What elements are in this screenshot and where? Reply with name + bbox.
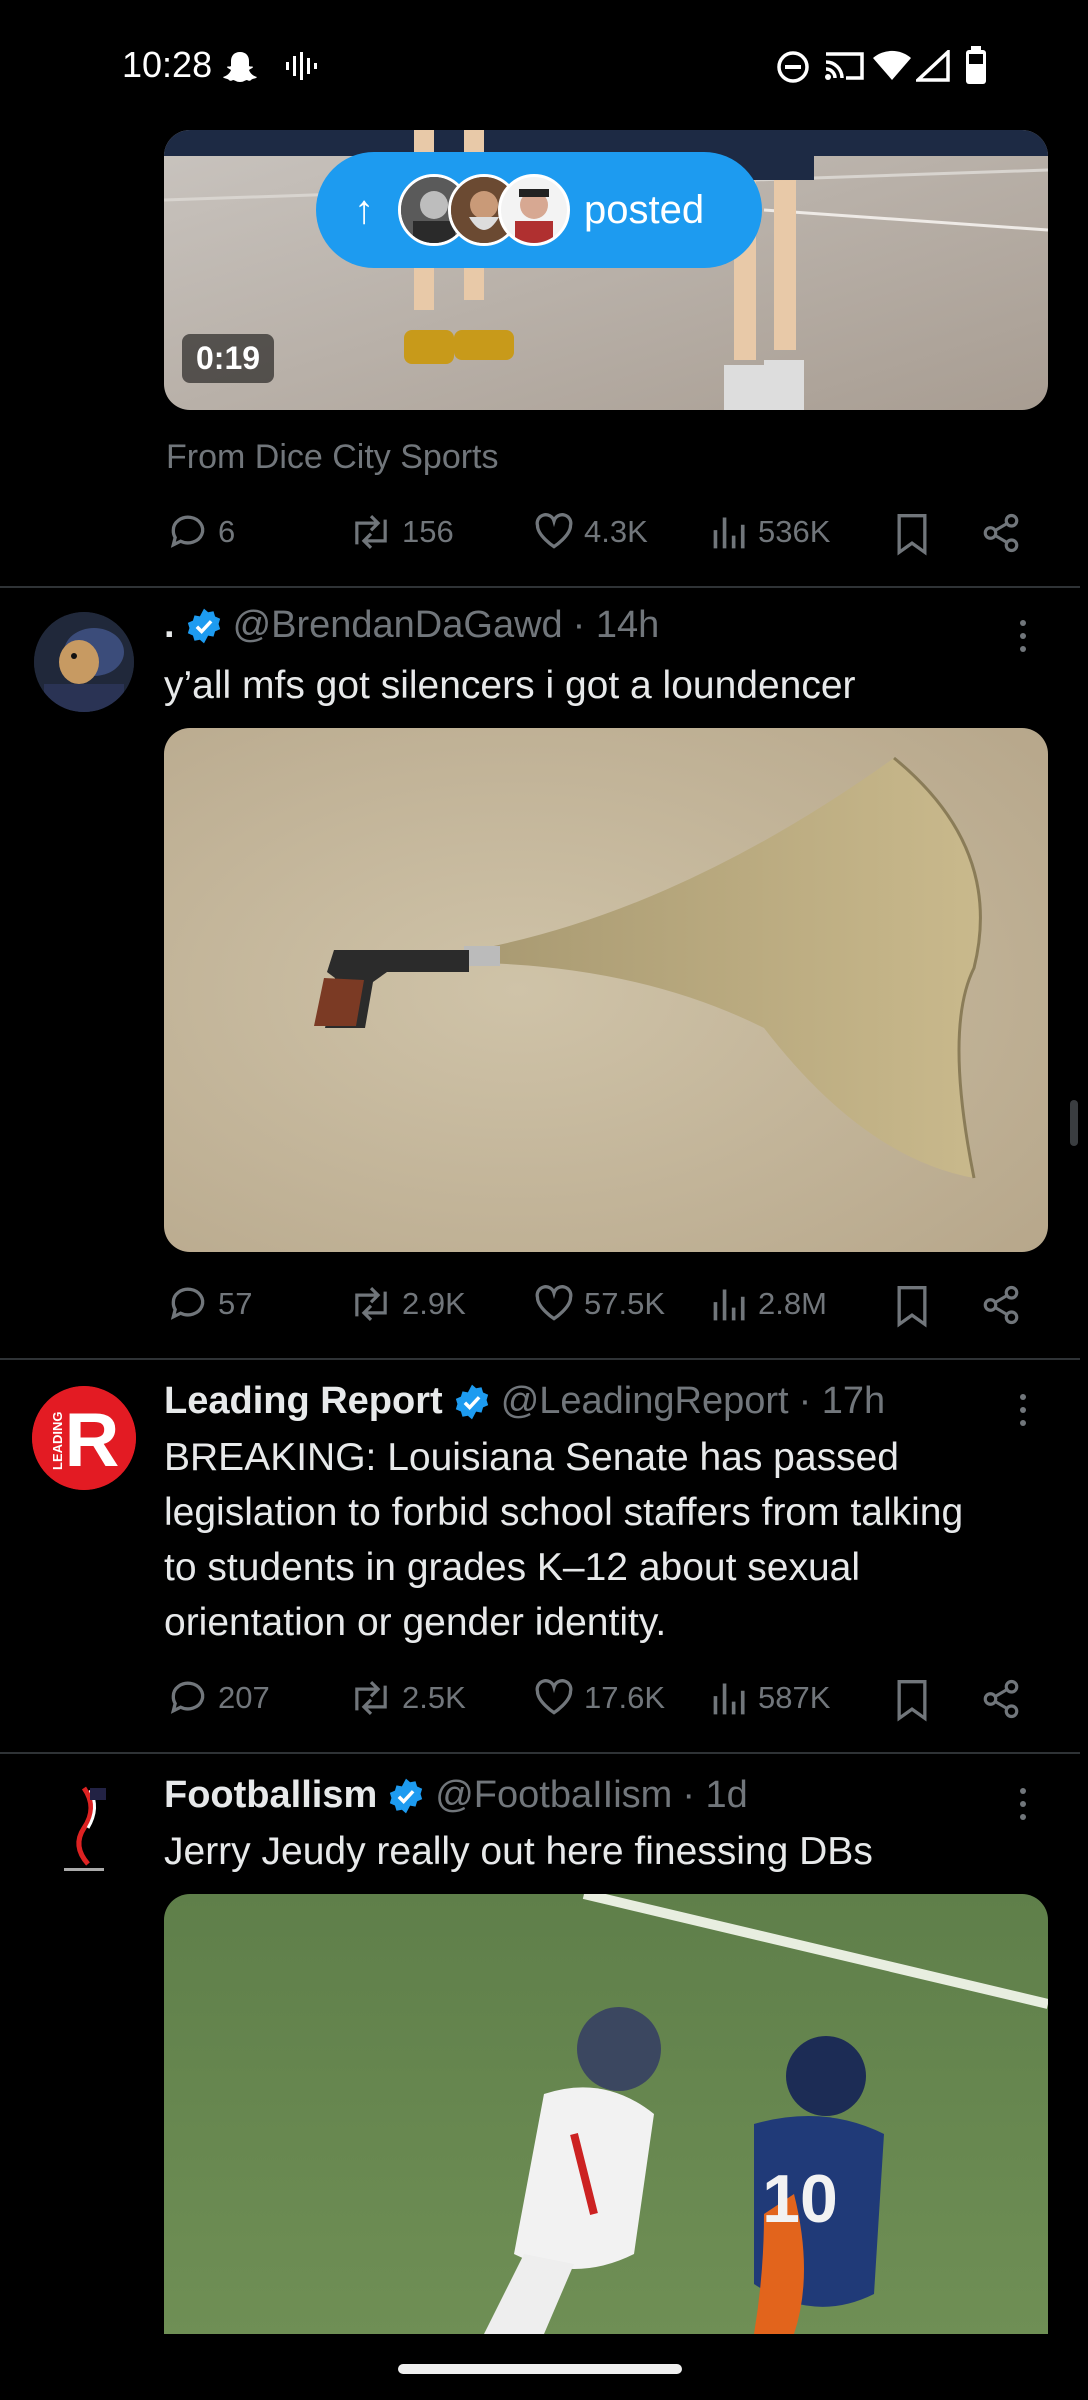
reply-button[interactable]: 57 bbox=[166, 1282, 252, 1326]
gun-horn-image bbox=[164, 728, 1048, 1252]
display-name[interactable]: . bbox=[164, 604, 175, 647]
repost-icon bbox=[355, 514, 387, 550]
like-count: 4.3K bbox=[584, 514, 648, 549]
view-count: 587K bbox=[758, 1680, 831, 1715]
tweet-text: Jerry Jeudy really out here finessing DB… bbox=[164, 1830, 873, 1873]
bookmark-icon[interactable] bbox=[892, 512, 932, 556]
views-button[interactable]: 587K bbox=[710, 1676, 830, 1720]
share-icon[interactable] bbox=[980, 512, 1022, 554]
reply-count: 57 bbox=[218, 1286, 253, 1321]
tweet-image[interactable] bbox=[164, 728, 1048, 1252]
like-button[interactable]: 17.6K bbox=[532, 1676, 665, 1720]
repost-count: 2.9K bbox=[402, 1286, 466, 1321]
gesture-nav-bar bbox=[0, 2334, 1088, 2400]
repost-icon bbox=[355, 1286, 387, 1322]
dnd-icon bbox=[777, 51, 809, 83]
views-icon bbox=[713, 1683, 745, 1715]
user-handle[interactable]: @BrendanDaGawd bbox=[233, 604, 563, 647]
reply-button[interactable]: 207 bbox=[166, 1676, 270, 1720]
repost-count: 156 bbox=[402, 514, 454, 549]
display-name[interactable]: Leading Report bbox=[164, 1380, 443, 1423]
avatar[interactable]: R LEADING bbox=[32, 1386, 136, 1490]
football-field-image: 10 bbox=[164, 1894, 1048, 2334]
avatar[interactable] bbox=[34, 612, 134, 712]
display-name[interactable]: Footballism bbox=[164, 1774, 377, 1817]
reply-count: 207 bbox=[218, 1680, 270, 1715]
tweet-divider bbox=[0, 1358, 1080, 1360]
cast-icon bbox=[825, 52, 864, 80]
battery-icon bbox=[966, 46, 986, 84]
views-icon bbox=[713, 1289, 745, 1321]
tweet-video[interactable]: 10 bbox=[164, 1894, 1048, 2334]
reply-icon bbox=[170, 515, 205, 548]
like-button[interactable]: 57.5K bbox=[532, 1282, 665, 1326]
tweet-divider bbox=[0, 1752, 1080, 1754]
reply-icon bbox=[170, 1287, 205, 1320]
bookmark-icon[interactable] bbox=[892, 1284, 932, 1328]
avatar[interactable] bbox=[34, 1778, 134, 1878]
view-count: 536K bbox=[758, 514, 831, 549]
repost-button[interactable]: 2.5K bbox=[348, 1676, 466, 1720]
post-time: · 17h bbox=[798, 1380, 886, 1422]
bookmark-icon[interactable] bbox=[892, 1678, 932, 1722]
share-icon[interactable] bbox=[980, 1284, 1022, 1326]
views-button[interactable]: 2.8M bbox=[710, 1282, 827, 1326]
views-icon bbox=[713, 517, 745, 549]
footballism-logo bbox=[34, 1778, 134, 1878]
tweet-text: y’all mfs got silencers i got a loundenc… bbox=[164, 664, 856, 707]
repost-button[interactable]: 2.9K bbox=[348, 1282, 466, 1326]
post-time: · 1d bbox=[682, 1774, 748, 1816]
source-attribution[interactable]: From Dice City Sports bbox=[166, 438, 499, 477]
more-options-icon[interactable] bbox=[1015, 1394, 1031, 1433]
repost-icon bbox=[355, 1680, 387, 1716]
verified-badge-icon bbox=[455, 1384, 488, 1419]
leading-report-logo: R LEADING bbox=[32, 1386, 136, 1490]
signal-icon bbox=[916, 50, 950, 82]
home-indicator[interactable] bbox=[398, 2364, 682, 2374]
verified-badge-icon bbox=[187, 608, 220, 643]
wifi-icon bbox=[873, 50, 911, 80]
heart-icon bbox=[535, 1285, 573, 1321]
status-bar: 10:28 bbox=[0, 0, 1088, 130]
share-icon[interactable] bbox=[980, 1678, 1022, 1720]
post-time: · 14h bbox=[572, 604, 660, 646]
status-time: 10:28 bbox=[122, 44, 213, 85]
new-posts-pill[interactable]: ↑ posted bbox=[316, 152, 762, 268]
heart-icon bbox=[535, 1679, 573, 1715]
snapchat-icon bbox=[223, 52, 257, 82]
more-options-icon[interactable] bbox=[1015, 620, 1031, 659]
tweet-header: . @BrendanDaGawd · 14h bbox=[164, 604, 659, 647]
views-button[interactable]: 536K bbox=[710, 510, 830, 554]
repost-count: 2.5K bbox=[402, 1680, 466, 1715]
user-handle[interactable]: @LeadingReport bbox=[501, 1380, 789, 1423]
video-duration-badge: 0:19 bbox=[182, 334, 275, 383]
leading-logo-letter: R bbox=[65, 1398, 120, 1483]
heart-icon bbox=[535, 513, 573, 549]
avatar bbox=[498, 174, 570, 246]
like-count: 17.6K bbox=[584, 1680, 666, 1715]
tweet-text: BREAKING: Louisiana Senate has passed le… bbox=[164, 1436, 964, 1644]
reply-button[interactable]: 6 bbox=[166, 510, 235, 554]
verified-badge-icon bbox=[390, 1778, 423, 1813]
user-handle[interactable]: @FootbaIIism bbox=[435, 1774, 672, 1817]
tweet-divider bbox=[0, 586, 1080, 588]
voice-icon bbox=[286, 52, 317, 80]
jersey-number: 10 bbox=[762, 2161, 838, 2237]
arrow-up-icon: ↑ bbox=[354, 187, 374, 232]
like-button[interactable]: 4.3K bbox=[532, 510, 648, 554]
posted-label: posted bbox=[584, 187, 705, 232]
tweet-header: Footballism @FootbaIIism · 1d bbox=[164, 1774, 748, 1817]
leading-logo-word: LEADING bbox=[50, 1412, 65, 1471]
more-options-icon[interactable] bbox=[1015, 1788, 1031, 1827]
view-count: 2.8M bbox=[758, 1286, 827, 1321]
repost-button[interactable]: 156 bbox=[348, 510, 454, 554]
reply-icon bbox=[170, 1681, 205, 1714]
scrollbar[interactable] bbox=[1070, 1100, 1078, 1146]
tweet-header: Leading Report @LeadingReport · 17h bbox=[164, 1380, 885, 1423]
like-count: 57.5K bbox=[584, 1286, 666, 1321]
reply-count: 6 bbox=[218, 514, 236, 549]
